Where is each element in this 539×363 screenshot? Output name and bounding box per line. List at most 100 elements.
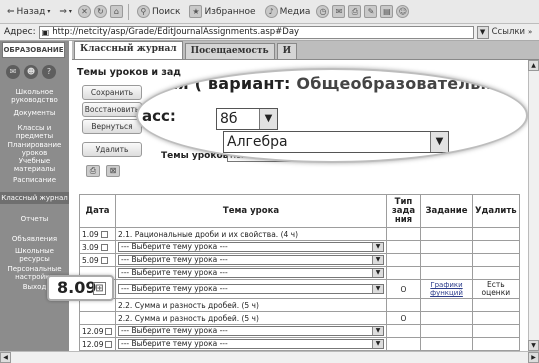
messenger-icon[interactable]: ☺: [396, 5, 410, 18]
sidebar-item-lesson-planning[interactable]: Планирование уроков: [0, 141, 69, 157]
class-label: асс:: [142, 107, 176, 125]
date-checkbox[interactable]: [105, 340, 113, 348]
topic-cell: --- Выберите тему урока --- ▼: [115, 240, 387, 254]
date-cell: 12.09: [79, 324, 116, 338]
home-icon[interactable]: ⌂: [109, 5, 123, 18]
stop-icon[interactable]: ✕: [77, 5, 91, 18]
mail-icon[interactable]: ✉: [6, 65, 20, 79]
sidebar: ОБРАЗОВАНИЕ ✉ ☻ ? Школьное руководство Д…: [0, 41, 69, 351]
topic-select[interactable]: --- Выберите тему урока --- ▼: [118, 255, 384, 265]
sidebar-item-classes-subjects[interactable]: Классы и предметы: [0, 124, 69, 140]
sidebar-item-announcements[interactable]: Объявления: [0, 235, 69, 243]
task-cell: [420, 253, 473, 267]
forward-arrow-icon: ⇒: [59, 6, 67, 17]
toolbar-separator: [127, 3, 129, 20]
scroll-left-icon[interactable]: ◀: [0, 352, 11, 363]
sidebar-item-school-management[interactable]: Школьное руководство: [0, 88, 69, 104]
chevron-right-icon[interactable]: »: [528, 28, 532, 36]
topic-select[interactable]: --- Выберите тему урока --- ▼: [118, 268, 384, 278]
save-button[interactable]: Сохранить: [82, 85, 142, 100]
header-date: Дата: [79, 194, 116, 228]
type-cell: [386, 337, 421, 351]
topic-cell: 2.2. Сумма и разность дробей. (5 ч): [115, 298, 387, 312]
favorites-button[interactable]: ★ Избранное: [186, 4, 258, 19]
tab-attendance[interactable]: Посещаемость: [184, 43, 275, 59]
date-checkbox-zoomed[interactable]: ⊞: [93, 282, 106, 295]
delete-button[interactable]: Удалить: [82, 142, 142, 157]
date-checkbox[interactable]: [100, 243, 108, 251]
task-cell: Графики функций: [420, 279, 473, 299]
date-value: 1.09: [82, 229, 99, 239]
discuss-icon[interactable]: ▤: [380, 5, 394, 18]
chevron-down-icon: ▾: [47, 8, 51, 15]
media-button[interactable]: ♪ Медиа: [262, 4, 314, 19]
search-label: Поиск: [151, 6, 181, 17]
date-checkbox[interactable]: [105, 327, 113, 335]
history-icon[interactable]: ◷: [316, 5, 330, 18]
sidebar-item-learning-materials[interactable]: Учебные материалы: [0, 157, 69, 173]
chevron-down-icon: ▼: [372, 256, 383, 264]
callout-title: ия ( вариант: Общеобразовательный ): [167, 74, 526, 93]
topic-select[interactable]: --- Выберите тему урока --- ▼: [118, 339, 384, 349]
table-row: 3.09 --- Выберите тему урока --- ▼: [79, 240, 520, 254]
date-cell: 3.09: [79, 240, 116, 254]
tab-class-journal[interactable]: Классный журнал: [74, 41, 183, 59]
refresh-icon[interactable]: ↻: [93, 5, 107, 18]
topic-select-value: --- Выберите тему урока ---: [121, 255, 228, 264]
task-cell: [420, 337, 473, 351]
edit-icon[interactable]: ✎: [364, 5, 378, 18]
tab-more[interactable]: И: [276, 43, 298, 59]
date-checkbox[interactable]: [100, 256, 108, 264]
help-icon[interactable]: ?: [42, 65, 56, 79]
task-link[interactable]: Графики функций: [423, 281, 470, 297]
table-row: --- Выберите тему урока --- ▼: [79, 266, 520, 280]
scroll-up-icon[interactable]: ▲: [528, 60, 539, 71]
header-topic: Тема урока: [115, 194, 387, 228]
type-cell: [386, 324, 421, 338]
topic-select[interactable]: --- Выберите тему урока --- ▼: [118, 326, 384, 336]
chevron-down-icon: ▾: [68, 8, 72, 15]
address-dropdown-icon[interactable]: ▼: [476, 25, 489, 39]
back-button[interactable]: Вернуться: [82, 119, 142, 134]
subject-select[interactable]: Алгебра ▼: [223, 131, 449, 153]
mail-icon[interactable]: ✉: [332, 5, 346, 18]
vertical-scrollbar[interactable]: ▲ ▼: [528, 60, 539, 351]
header-type: Тип зада ния: [386, 194, 421, 228]
topic-select[interactable]: --- Выберите тему урока --- ▼: [118, 284, 384, 294]
date-checkbox[interactable]: [100, 230, 108, 238]
scroll-down-icon[interactable]: ▼: [528, 340, 539, 351]
restore-button[interactable]: Восстановить: [82, 102, 142, 117]
horizontal-scrollbar[interactable]: ◀ ▶: [0, 351, 539, 363]
links-label[interactable]: Ссылки: [492, 27, 525, 37]
address-input[interactable]: ▣ http://netcity/asp/Grade/EditJournalAs…: [38, 25, 474, 39]
sidebar-icons: ✉ ☻ ?: [6, 65, 56, 79]
date-cell: 1.09: [79, 227, 116, 241]
users-icon[interactable]: ☻: [24, 65, 38, 79]
browser-toolbar: ⇐ Назад ▾ ⇒ ▾ ✕ ↻ ⌂ ⚲ Поиск ★ Избранное …: [0, 0, 539, 24]
date-cell: 5.09: [79, 253, 116, 267]
task-cell: [420, 324, 473, 338]
type-cell: [386, 227, 421, 241]
sidebar-item-school-resources[interactable]: Школьные ресурсы: [0, 247, 69, 263]
sidebar-item-reports[interactable]: Отчеты: [0, 215, 69, 223]
topic-select-value: --- Выберите тему урока ---: [121, 326, 228, 335]
delete-cell: [472, 311, 520, 325]
topic-select-value: --- Выберите тему урока ---: [121, 242, 228, 251]
forward-button[interactable]: ⇒ ▾: [56, 6, 75, 18]
delete-cell: [472, 227, 520, 241]
back-button[interactable]: ⇐ Назад ▾: [4, 6, 53, 18]
sidebar-item-documents[interactable]: Документы: [0, 109, 69, 117]
topic-select-value: --- Выберите тему урока ---: [121, 268, 228, 277]
topic-section-title: 2.1. Рациональные дроби и их свойства. (…: [118, 229, 299, 239]
sidebar-item-class-journal[interactable]: Классный журнал: [0, 192, 69, 204]
sidebar-item-schedule[interactable]: Расписание: [0, 176, 69, 184]
class-select-value: 8б: [220, 111, 238, 127]
excel-icon[interactable]: ⊠: [106, 165, 120, 177]
scroll-right-icon[interactable]: ▶: [528, 352, 539, 363]
class-select[interactable]: 8б ▼: [216, 108, 278, 130]
topic-select[interactable]: --- Выберите тему урока --- ▼: [118, 242, 384, 252]
print-icon[interactable]: ⎙: [86, 165, 100, 177]
search-button[interactable]: ⚲ Поиск: [134, 4, 184, 19]
print-icon[interactable]: ⎙: [348, 5, 362, 18]
table-row: 2.2. Сумма и разность дробей. (5 ч) О: [79, 311, 520, 325]
